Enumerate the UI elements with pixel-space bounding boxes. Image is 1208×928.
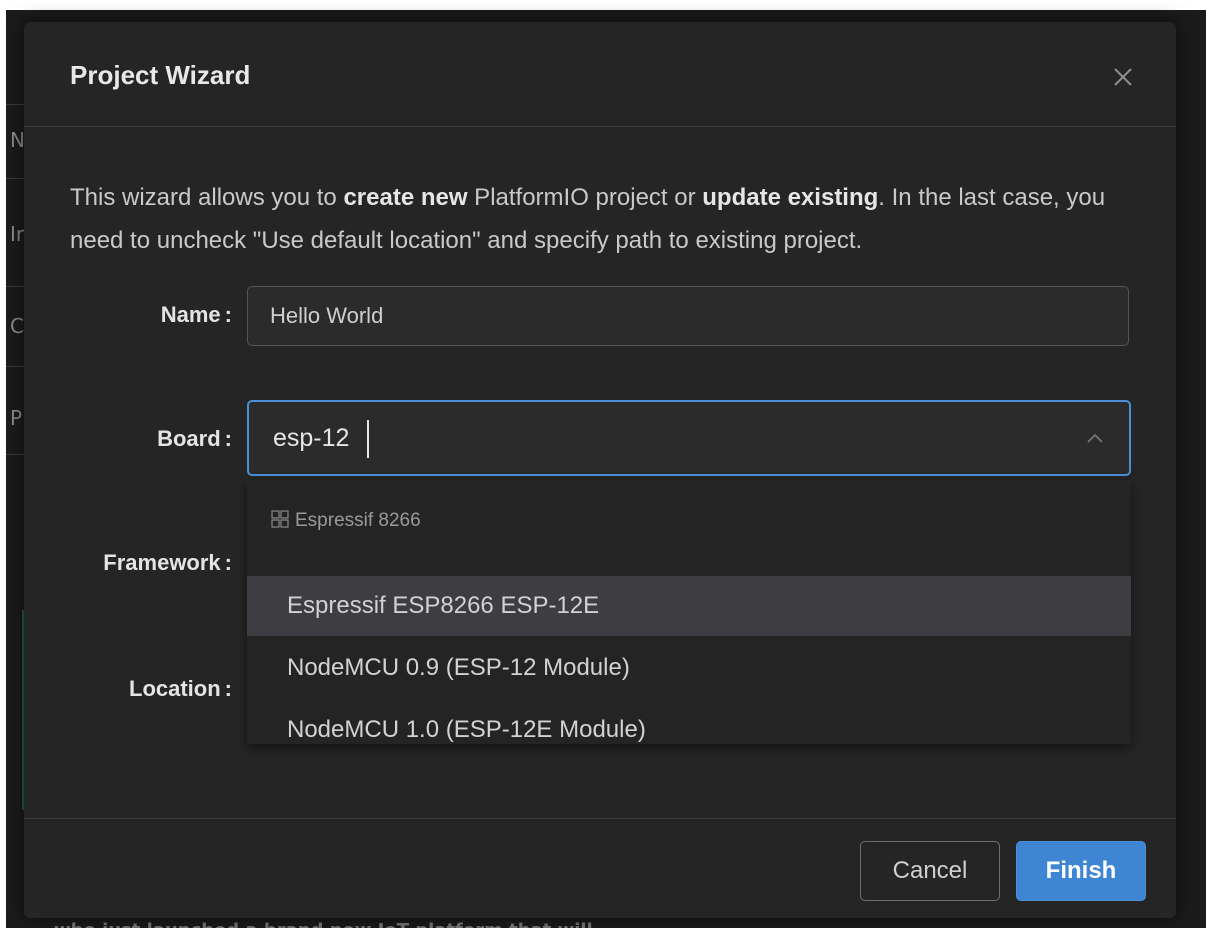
close-icon[interactable] xyxy=(1108,62,1138,92)
name-label: Name: xyxy=(161,302,232,328)
dialog-footer: Cancel Finish xyxy=(24,818,1176,919)
label-colon: : xyxy=(224,676,232,701)
label-colon: : xyxy=(224,426,232,451)
background-divider xyxy=(6,178,26,179)
location-label-text: Location xyxy=(129,676,221,701)
intro-text: This wizard allows you to xyxy=(70,184,344,211)
board-label-text: Board xyxy=(157,426,221,451)
board-option[interactable]: Espressif ESP8266 ESP-12E xyxy=(247,576,1131,636)
intro-bold-create: create new xyxy=(343,184,468,211)
background-sidebar-letter: C xyxy=(10,314,24,338)
background-sidebar-letter: P xyxy=(10,406,23,430)
board-dropdown-menu: Espressif 8266 Espressif ESP8266 ESP-12E… xyxy=(247,480,1131,744)
background-divider xyxy=(6,286,26,287)
dropdown-group-label: Espressif 8266 xyxy=(295,510,421,531)
board-group-icon xyxy=(271,510,289,528)
framework-label-text: Framework xyxy=(103,550,221,575)
wizard-description: This wizard allows you to create new Pla… xyxy=(70,176,1140,262)
name-input[interactable] xyxy=(247,286,1129,346)
board-label: Board: xyxy=(157,426,232,452)
intro-bold-update: update existing xyxy=(702,184,879,211)
chevron-up-icon[interactable] xyxy=(1083,426,1107,450)
text-cursor xyxy=(367,420,369,458)
label-colon: : xyxy=(224,302,232,327)
project-wizard-dialog: Project Wizard This wizard allows you to… xyxy=(24,22,1176,918)
background-divider xyxy=(6,366,26,367)
dropdown-group-header: Espressif 8266 xyxy=(271,510,421,532)
board-select[interactable] xyxy=(247,400,1131,476)
background-sidebar-letter: N xyxy=(10,128,25,152)
dialog-header: Project Wizard xyxy=(24,22,1176,127)
screen: N Ir C P who just launched a brand new I… xyxy=(0,0,1208,928)
framework-label: Framework: xyxy=(103,550,232,576)
background-divider xyxy=(6,104,26,105)
intro-text: PlatformIO project or xyxy=(467,184,703,211)
board-option[interactable]: NodeMCU 1.0 (ESP-12E Module) xyxy=(247,700,1131,760)
background-divider xyxy=(6,454,26,455)
label-colon: : xyxy=(224,550,232,575)
dialog-title: Project Wizard xyxy=(70,60,251,90)
background-sidebar-letter: Ir xyxy=(10,222,25,246)
board-search-input[interactable] xyxy=(273,416,1053,460)
board-option[interactable]: NodeMCU 0.9 (ESP-12 Module) xyxy=(247,638,1131,698)
finish-button[interactable]: Finish xyxy=(1016,841,1146,901)
location-label: Location: xyxy=(129,676,232,702)
cancel-button[interactable]: Cancel xyxy=(860,841,1000,901)
background-text: who just launched a brand new IoT platfo… xyxy=(54,920,593,928)
name-label-text: Name xyxy=(160,302,221,327)
